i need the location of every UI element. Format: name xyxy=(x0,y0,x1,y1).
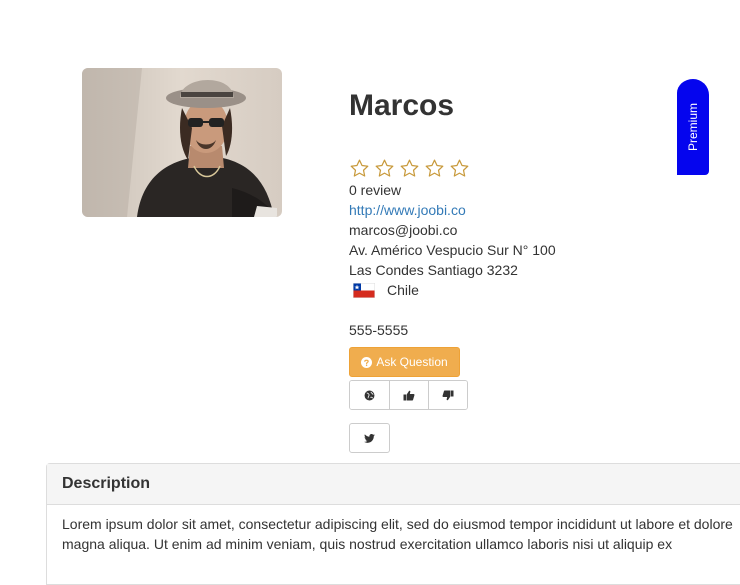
description-panel: Description Lorem ipsum dolor sit amet, … xyxy=(46,463,740,585)
profile-name: Marcos xyxy=(349,89,455,122)
question-circle-icon xyxy=(361,356,373,368)
chile-flag-icon xyxy=(353,282,375,298)
premium-badge-label: Premium xyxy=(686,102,701,152)
action-button-group xyxy=(349,380,468,410)
thumbs-down-button[interactable] xyxy=(428,381,467,409)
thumbs-up-button[interactable] xyxy=(389,381,428,409)
globe-icon xyxy=(364,390,375,400)
thumbs-up-icon xyxy=(403,390,415,400)
description-text: Lorem ipsum dolor sit amet, consectetur … xyxy=(62,516,733,552)
rating-stars[interactable] xyxy=(349,158,470,179)
star-icon[interactable] xyxy=(349,158,370,179)
star-icon[interactable] xyxy=(399,158,420,179)
phone-text: 555-5555 xyxy=(349,322,409,338)
globe-button[interactable] xyxy=(350,381,389,409)
profile-photo-image xyxy=(82,68,282,217)
star-icon[interactable] xyxy=(424,158,445,179)
ask-question-button[interactable]: Ask Question xyxy=(349,347,460,377)
twitter-button[interactable] xyxy=(349,423,390,453)
profile-photo xyxy=(82,68,282,217)
review-count: 0 review xyxy=(349,182,402,198)
address-line2: Las Condes Santiago 3232 xyxy=(349,262,518,278)
star-icon[interactable] xyxy=(374,158,395,179)
star-icon[interactable] xyxy=(449,158,470,179)
twitter-icon xyxy=(364,433,375,443)
website-link[interactable]: http://www.joobi.co xyxy=(349,200,466,220)
country-row: Chile xyxy=(353,280,419,300)
description-heading: Description xyxy=(47,464,740,505)
email-text: marcos@joobi.co xyxy=(349,222,458,238)
premium-badge: Premium xyxy=(677,79,709,175)
ask-question-label: Ask Question xyxy=(376,355,448,369)
country-name: Chile xyxy=(387,282,419,298)
address-line1: Av. Américo Vespucio Sur N° 100 xyxy=(349,242,556,258)
thumbs-down-icon xyxy=(442,390,454,400)
